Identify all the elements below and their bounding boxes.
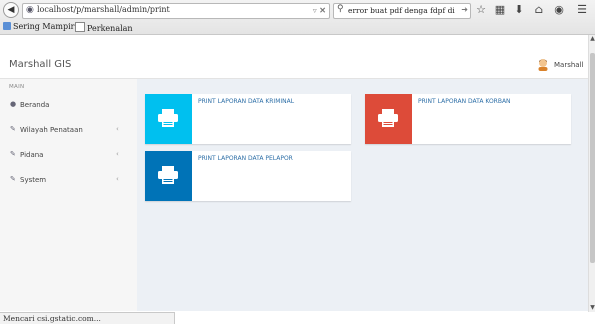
chevron-left-icon: ‹ — [116, 125, 119, 133]
download-icon[interactable]: ⬇ — [512, 3, 526, 17]
bookmark-folder-icon — [3, 22, 11, 30]
search-field[interactable]: ⚲ error buat pdf denga fdpf di ➜ — [333, 3, 471, 19]
sidebar-item-label: Pidana — [20, 151, 44, 159]
scroll-thumb[interactable] — [590, 53, 595, 263]
bookmark-item[interactable]: Sering Mampir — [3, 22, 74, 31]
vertical-scrollbar[interactable]: ▲ ▼ — [588, 35, 595, 312]
card-icon-box — [145, 151, 192, 201]
chevron-left-icon: ‹ — [116, 175, 119, 183]
chat-icon[interactable]: ◉ — [552, 3, 566, 17]
card-icon-box — [365, 94, 412, 144]
sidebar-item-pidana[interactable]: ✎ Pidana ‹ — [0, 146, 137, 164]
browser-toolbar: ◀ ◉ localhost/p/marshall/admin/print ▿ ✕… — [0, 0, 595, 35]
sidebar-item-system[interactable]: ✎ System ‹ — [0, 171, 137, 189]
bookmark-label: Perkenalan — [87, 24, 133, 33]
address-bar[interactable]: ◉ localhost/p/marshall/admin/print ▿ ✕ — [22, 3, 330, 19]
star-icon[interactable]: ☆ — [474, 3, 488, 17]
url-dropdown-icon[interactable]: ▿ ✕ — [313, 5, 326, 15]
chevron-left-icon: ‹ — [116, 150, 119, 158]
card-icon-box — [145, 94, 192, 144]
app-header: Marshall GIS Marshall — [0, 53, 588, 79]
sidebar-item-wilayah-penataan[interactable]: ✎ Wilayah Penataan ‹ — [0, 121, 137, 139]
home-icon[interactable]: ⌂ — [532, 3, 546, 17]
status-bar: Mencari csi.gstatic.com... — [0, 312, 175, 324]
back-button[interactable]: ◀ — [3, 2, 19, 18]
search-icon: ⚲ — [337, 4, 344, 14]
main-content: PRINT LAPORAN DATA KRIMINAL PRINT LAPORA… — [137, 79, 588, 311]
sidebar-item-label: Beranda — [20, 101, 50, 109]
back-arrow-icon: ◀ — [7, 5, 15, 15]
scroll-up-icon[interactable]: ▲ — [589, 35, 595, 43]
card-label: PRINT LAPORAN DATA KRIMINAL — [198, 98, 295, 105]
print-kriminal-card[interactable]: PRINT LAPORAN DATA KRIMINAL — [145, 94, 351, 144]
bookmarks-bar: Sering Mampir Perkenalan — [0, 21, 595, 34]
sidebar-item-label: Wilayah Penataan — [20, 126, 83, 134]
sidebar-item-beranda[interactable]: ● Beranda — [0, 96, 137, 114]
clipboard-icon[interactable]: ▦ — [493, 3, 507, 17]
bookmark-item[interactable]: Perkenalan — [75, 22, 133, 33]
menu-icon[interactable]: ☰ — [575, 3, 589, 17]
user-name[interactable]: Marshall — [554, 61, 583, 69]
sidebar: MAIN ● Beranda ✎ Wilayah Penataan ‹ ✎ Pi… — [0, 79, 137, 311]
edit-icon: ✎ — [10, 125, 16, 133]
url-text: localhost/p/marshall/admin/print — [37, 5, 170, 14]
sidebar-section-label: MAIN — [9, 84, 25, 90]
edit-icon: ✎ — [10, 175, 16, 183]
printer-icon — [158, 166, 178, 184]
edit-icon: ✎ — [10, 150, 16, 158]
navigation-row: ◀ ◉ localhost/p/marshall/admin/print ▿ ✕… — [0, 0, 595, 20]
printer-icon — [378, 109, 398, 127]
search-go-icon[interactable]: ➜ — [461, 5, 468, 14]
card-label: PRINT LAPORAN DATA PELAPOR — [198, 155, 293, 162]
globe-icon: ◉ — [26, 5, 34, 15]
sidebar-item-label: System — [20, 176, 47, 184]
status-text: Mencari csi.gstatic.com... — [3, 314, 101, 323]
dashboard-icon: ● — [10, 100, 17, 108]
bookmark-label: Sering Mampir — [13, 22, 75, 31]
printer-icon — [158, 109, 178, 127]
card-label: PRINT LAPORAN DATA KORBAN — [418, 98, 511, 105]
search-query: error buat pdf denga fdpf di — [348, 6, 455, 15]
print-pelapor-card[interactable]: PRINT LAPORAN DATA PELAPOR — [145, 151, 351, 201]
scroll-down-icon[interactable]: ▼ — [589, 304, 595, 312]
page-icon — [75, 22, 85, 32]
print-korban-card[interactable]: PRINT LAPORAN DATA KORBAN — [365, 94, 571, 144]
brand-title[interactable]: Marshall GIS — [9, 59, 71, 70]
avatar[interactable] — [537, 58, 549, 71]
